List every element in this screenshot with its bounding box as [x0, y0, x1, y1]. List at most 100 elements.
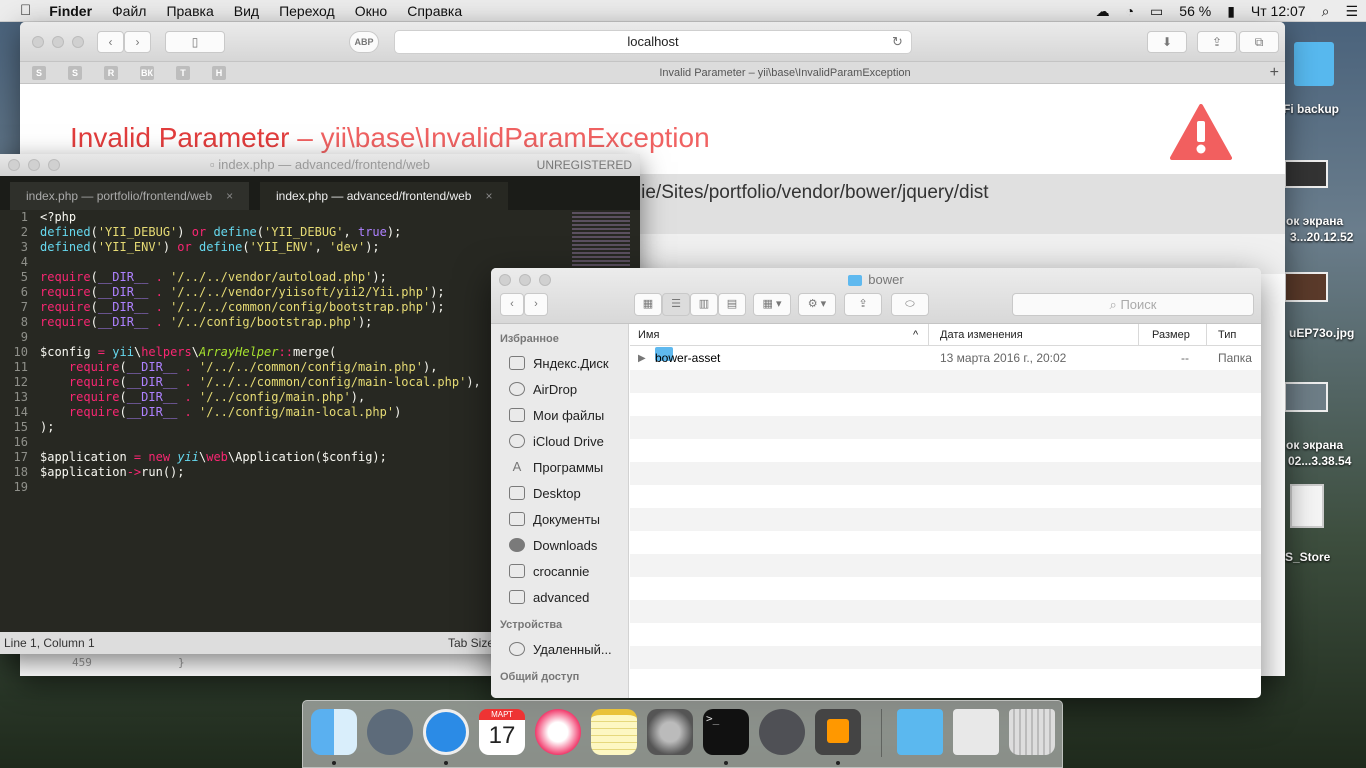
desktop-label[interactable]: ок экрана: [1286, 214, 1343, 228]
desktop-screenshot-thumbnail[interactable]: [1284, 160, 1328, 188]
wifi-icon[interactable]: ◔: [1118, 3, 1142, 19]
column-size[interactable]: Размер: [1152, 324, 1190, 346]
calendar-icon[interactable]: МАРТ 17: [479, 709, 525, 755]
desktop-label[interactable]: 02...3.38.54: [1288, 454, 1351, 468]
column-view-button[interactable]: ▥: [690, 293, 718, 316]
new-tab-icon[interactable]: +: [1270, 62, 1279, 84]
favorite-item[interactable]: R: [104, 66, 118, 80]
menu-edit[interactable]: Правка: [156, 0, 223, 22]
address-bar[interactable]: localhost: [394, 30, 912, 54]
apple-menu-icon[interactable]: : [0, 0, 39, 22]
desktop-label[interactable]: 3...20.12.52: [1290, 230, 1353, 244]
sidebar-item-home[interactable]: crocannie: [491, 558, 628, 584]
system-preferences-icon[interactable]: [647, 709, 693, 755]
arrange-button[interactable]: ▦ ▾: [753, 293, 791, 316]
desktop-label[interactable]: ок экрана: [1286, 438, 1343, 452]
sidebar-item-advanced[interactable]: advanced: [491, 584, 628, 610]
sort-chevron-icon[interactable]: ^: [913, 324, 918, 346]
itunes-icon[interactable]: [535, 709, 581, 755]
menu-help[interactable]: Справка: [397, 0, 472, 22]
favorite-item[interactable]: S: [68, 66, 82, 80]
trash-icon[interactable]: [1009, 709, 1055, 755]
desktop-label[interactable]: S_Store: [1285, 550, 1330, 564]
search-field[interactable]: ⌕ Поиск: [1012, 293, 1254, 316]
column-kind[interactable]: Тип: [1218, 324, 1236, 346]
favorite-item[interactable]: H: [212, 66, 226, 80]
battery-icon[interactable]: ▮: [1219, 3, 1243, 20]
desktop-screenshot-thumbnail[interactable]: [1284, 382, 1328, 412]
menu-go[interactable]: Переход: [269, 0, 345, 22]
sidebar-button[interactable]: ▯: [165, 31, 225, 53]
menu-window[interactable]: Окно: [345, 0, 398, 22]
close-button[interactable]: [32, 36, 44, 48]
notification-center-icon[interactable]: ☰: [1337, 3, 1366, 20]
mamp-icon[interactable]: [953, 709, 999, 755]
close-button[interactable]: [8, 159, 20, 171]
zoom-button[interactable]: [48, 159, 60, 171]
creative-cloud-icon[interactable]: ☁: [1088, 3, 1118, 20]
spotlight-icon[interactable]: ⌕: [1314, 3, 1338, 20]
desktop-label[interactable]: Fi backup: [1283, 102, 1339, 116]
favorite-item[interactable]: S: [32, 66, 46, 80]
sidebar-item-downloads[interactable]: Downloads: [491, 532, 628, 558]
desktop-file-icon[interactable]: [1290, 484, 1324, 528]
sequel-pro-icon[interactable]: [759, 709, 805, 755]
sublime-text-icon[interactable]: [815, 709, 861, 765]
empty-row: [630, 393, 1261, 416]
folder-icon[interactable]: [897, 709, 943, 755]
desktop-image-thumbnail[interactable]: [1284, 272, 1328, 302]
table-row[interactable]: ▶ bower-asset 13 марта 2016 г., 20:02 --…: [630, 347, 1261, 370]
sidebar-item-all-files[interactable]: Мои файлы: [491, 402, 628, 428]
tab-advanced-index[interactable]: index.php — advanced/frontend/web ×: [260, 182, 509, 210]
close-tab-icon[interactable]: ×: [485, 189, 492, 203]
desktop-label[interactable]: uEP73o.jpg: [1289, 326, 1354, 340]
downloads-button[interactable]: ⬇: [1147, 31, 1187, 53]
safari-icon[interactable]: [423, 709, 469, 765]
sidebar-item-documents[interactable]: Документы: [491, 506, 628, 532]
menu-app-name[interactable]: Finder: [39, 0, 102, 22]
clock[interactable]: Чт 12:07: [1243, 3, 1314, 19]
column-name[interactable]: Имя: [638, 324, 659, 346]
tags-button[interactable]: ⬭: [891, 293, 929, 316]
back-button[interactable]: ‹: [97, 31, 124, 53]
cover-flow-button[interactable]: ▤: [718, 293, 746, 316]
forward-button[interactable]: ›: [524, 293, 548, 316]
reload-icon[interactable]: ↻: [892, 34, 903, 50]
tabs-overview-button[interactable]: ⧉: [1239, 31, 1279, 53]
terminal-icon[interactable]: >_: [703, 709, 749, 765]
menu-file[interactable]: Файл: [102, 0, 156, 22]
adblock-button[interactable]: ABP: [349, 31, 379, 53]
sidebar-item-applications[interactable]: A Программы: [491, 454, 628, 480]
back-button[interactable]: ‹: [500, 293, 524, 316]
finder-icon[interactable]: [311, 709, 357, 765]
launchpad-icon[interactable]: [367, 709, 413, 755]
forward-button[interactable]: ›: [124, 31, 151, 53]
menu-view[interactable]: Вид: [224, 0, 269, 22]
close-tab-icon[interactable]: ×: [226, 189, 233, 203]
tab-title[interactable]: Invalid Parameter – yii\base\InvalidPara…: [310, 62, 1260, 84]
action-gear-button[interactable]: ⚙ ▾: [798, 293, 836, 316]
column-date[interactable]: Дата изменения: [940, 324, 1023, 346]
sidebar-item-yandex-disk[interactable]: Яндекс.Диск: [491, 350, 628, 376]
notes-icon[interactable]: [591, 709, 637, 755]
sidebar-item-airdrop[interactable]: AirDrop: [491, 376, 628, 402]
sidebar-item-remote-disc[interactable]: Удаленный...: [491, 636, 628, 662]
share-button[interactable]: ⇪: [844, 293, 882, 316]
sidebar-item-desktop[interactable]: Desktop: [491, 480, 628, 506]
tab-size-selector[interactable]: Tab Size: [448, 632, 494, 654]
zoom-button[interactable]: [72, 36, 84, 48]
sidebar-item-icloud-drive[interactable]: iCloud Drive: [491, 428, 628, 454]
battery-percent[interactable]: 56 %: [1171, 3, 1219, 19]
favorite-item[interactable]: T: [176, 66, 190, 80]
minimize-button[interactable]: [52, 36, 64, 48]
list-view-button[interactable]: ☰: [662, 293, 690, 316]
icon-view-button[interactable]: ▦: [634, 293, 662, 316]
input-flag-icon[interactable]: ▭: [1142, 3, 1171, 20]
desktop-folder-icon[interactable]: [1294, 42, 1334, 86]
tab-portfolio-index[interactable]: index.php — portfolio/frontend/web ×: [10, 182, 250, 210]
share-button[interactable]: ⇪: [1197, 31, 1237, 53]
favorite-item[interactable]: ВК: [140, 66, 154, 80]
minimize-button[interactable]: [28, 159, 40, 171]
empty-row: [630, 646, 1261, 669]
disclosure-triangle-icon[interactable]: ▶: [638, 347, 646, 370]
